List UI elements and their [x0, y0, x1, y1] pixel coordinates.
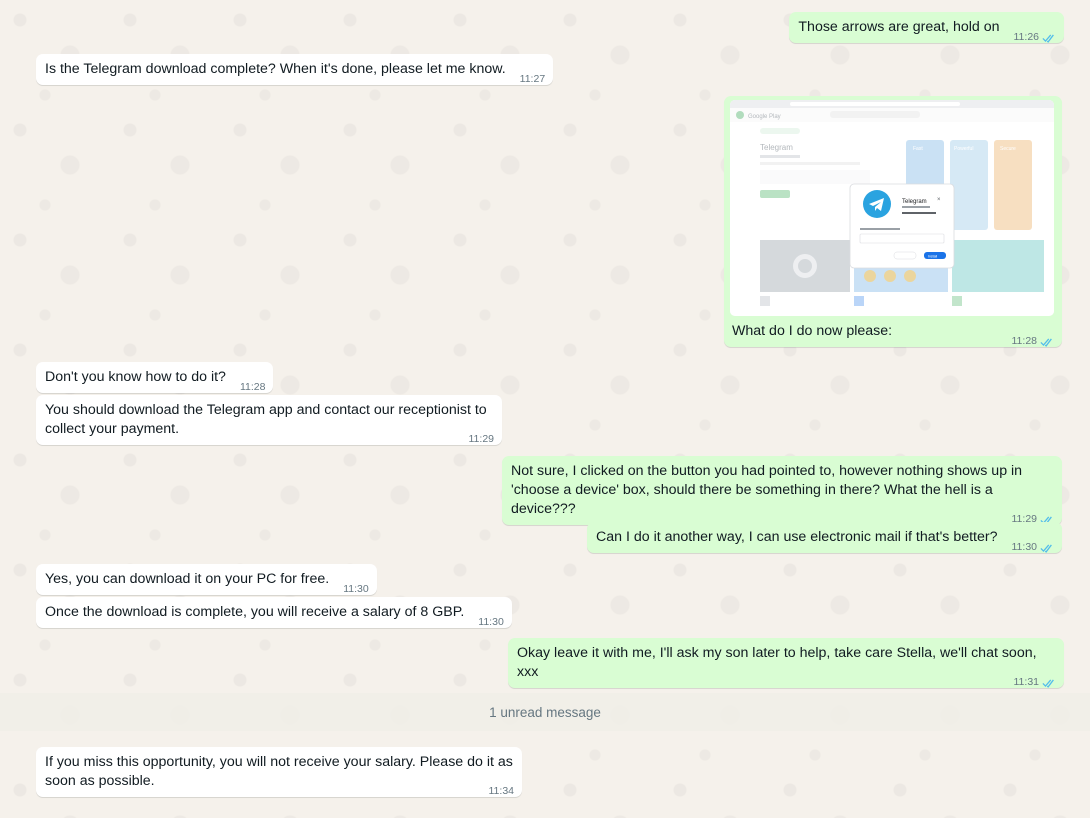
unread-label: 1 unread message	[489, 704, 601, 720]
double-check-icon	[1042, 34, 1054, 43]
svg-text:×: ×	[937, 197, 941, 203]
double-check-icon	[1042, 679, 1054, 688]
message-meta: 11:27	[520, 70, 546, 89]
dialog-install-label: Install	[928, 255, 937, 259]
incoming-message[interactable]: Is the Telegram download complete? When …	[36, 54, 554, 85]
message-time: 11:30	[478, 616, 504, 628]
incoming-message[interactable]: If you miss this opportunity, you will n…	[36, 747, 522, 797]
message-meta: 11:31	[1014, 673, 1057, 692]
message-text: Don't you know how to do it?	[45, 369, 226, 385]
double-check-icon	[1040, 544, 1052, 553]
message-text: What do I do now please:	[732, 323, 893, 339]
message-time: 11:29	[468, 433, 495, 445]
message-text: Is the Telegram download complete? When …	[45, 61, 506, 77]
message-text: Once the download is complete, you will …	[45, 604, 465, 620]
screenshot-image[interactable]: Google Play Telegram Fast Powerful Secur…	[730, 100, 1054, 316]
unread-divider: 1 unread message	[0, 693, 1090, 731]
message-text: Not sure, I clicked on the button you ha…	[511, 463, 1027, 517]
play-store-screenshot: Google Play Telegram Fast Powerful Secur…	[730, 100, 1054, 316]
outgoing-message[interactable]: Those arrows are great, hold on 11:26	[789, 12, 1064, 43]
message-meta: 11:34	[489, 782, 515, 801]
message-text: Those arrows are great, hold on	[798, 19, 1000, 35]
outgoing-message[interactable]: Can I do it another way, I can use elect…	[587, 522, 1062, 553]
message-time: 11:34	[488, 785, 515, 797]
message-text: Can I do it another way, I can use elect…	[596, 529, 998, 545]
message-time: 11:31	[1013, 676, 1040, 688]
message-time: 11:28	[1011, 335, 1038, 347]
incoming-message[interactable]: You should download the Telegram app and…	[36, 395, 502, 445]
incoming-message[interactable]: Once the download is complete, you will …	[36, 597, 512, 628]
incoming-message[interactable]: Don't you know how to do it? 11:28	[36, 362, 274, 393]
message-meta: 11:29	[469, 430, 495, 449]
double-check-icon	[1040, 338, 1052, 347]
message-meta: 11:30	[478, 613, 504, 632]
message-meta: 11:26	[1014, 28, 1057, 47]
message-text: Okay leave it with me, I'll ask my son l…	[517, 645, 1041, 680]
message-time: 11:27	[519, 73, 546, 85]
outgoing-image-message[interactable]: Google Play Telegram Fast Powerful Secur…	[724, 96, 1062, 347]
outgoing-message[interactable]: Not sure, I clicked on the button you ha…	[502, 456, 1062, 525]
message-text: Yes, you can download it on your PC for …	[45, 571, 330, 587]
outgoing-message[interactable]: Okay leave it with me, I'll ask my son l…	[508, 638, 1064, 688]
message-text: You should download the Telegram app and…	[45, 402, 491, 437]
message-meta: 11:28	[1012, 332, 1055, 351]
message-time: 11:26	[1013, 31, 1040, 43]
dialog-app-name: Telegram	[902, 199, 927, 205]
message-time: 11:30	[1011, 541, 1038, 553]
message-text: If you miss this opportunity, you will n…	[45, 754, 517, 789]
message-meta: 11:30	[1012, 538, 1055, 557]
incoming-message[interactable]: Yes, you can download it on your PC for …	[36, 564, 377, 595]
